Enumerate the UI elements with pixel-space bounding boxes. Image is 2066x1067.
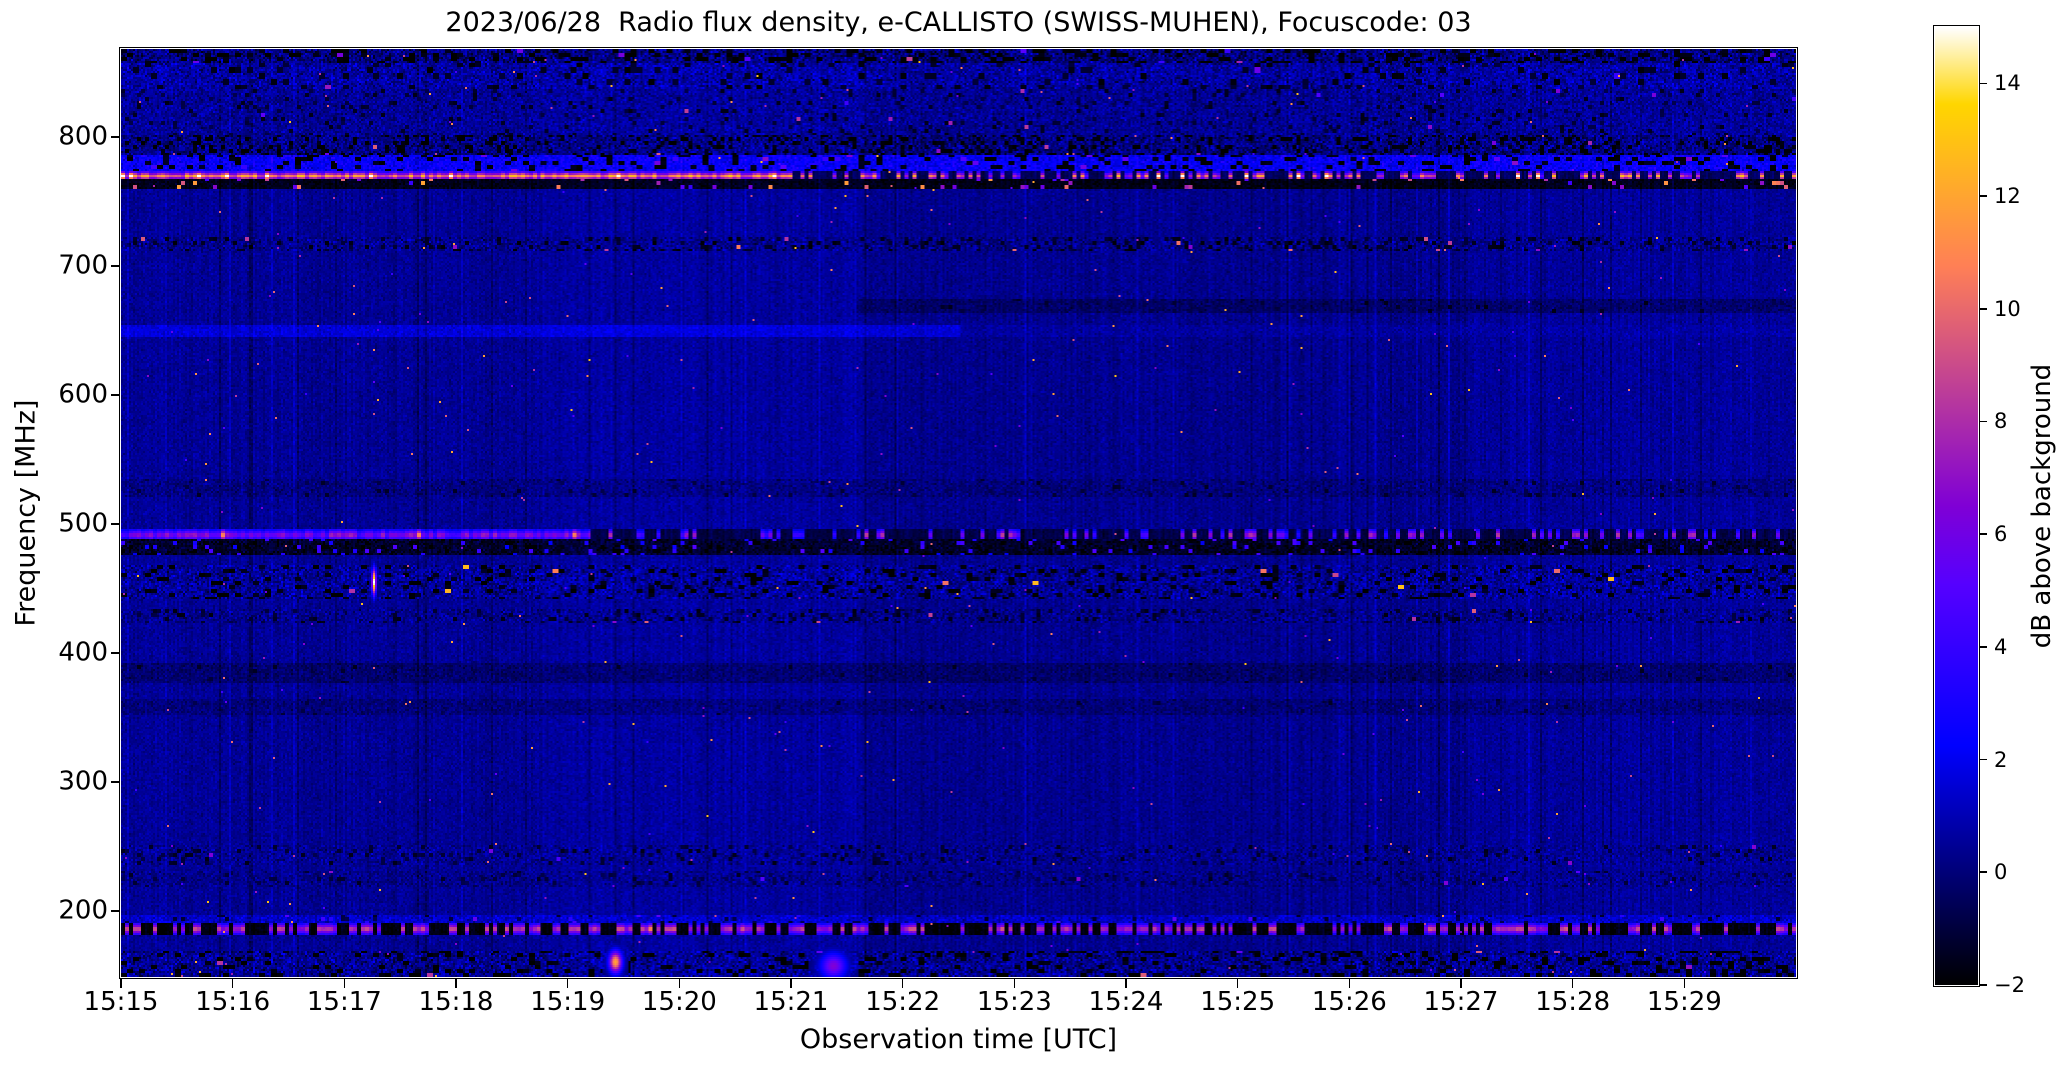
y-tick-mark	[111, 135, 120, 138]
colorbar-tick-mark	[1979, 195, 1987, 197]
y-tick-mark	[111, 265, 120, 267]
colorbar-tick-label: 2	[1994, 747, 2008, 772]
colorbar-tick-mark	[1979, 420, 1987, 423]
y-tick-mark	[111, 910, 120, 912]
colorbar-tick-mark	[1979, 646, 1987, 648]
colorbar-tick-mark	[1979, 758, 1987, 761]
x-tick-label: 15:26	[1311, 987, 1387, 1017]
colorbar-tick-mark	[1979, 82, 1987, 85]
colorbar-tick-label: −2	[1994, 973, 2025, 997]
x-tick-label: 15:29	[1646, 987, 1722, 1017]
colorbar-tick-label: 12	[1994, 184, 2021, 209]
chart-title: 2023/06/28 Radio flux density, e-CALLIST…	[445, 7, 1472, 38]
colorbar-tick-label: 10	[1994, 296, 2021, 321]
colorbar-tick-mark	[1979, 984, 1987, 986]
colorbar-tick-label: 8	[1994, 409, 2008, 434]
y-tick-label: 400	[58, 637, 108, 668]
y-tick-label: 200	[58, 895, 108, 926]
x-tick-label: 15:19	[530, 987, 606, 1017]
x-tick-label: 15:16	[195, 987, 271, 1017]
y-tick-mark	[111, 781, 120, 783]
colorbar-label: dB above background	[2027, 363, 2057, 649]
y-tick-label: 700	[58, 250, 108, 281]
colorbar-tick-label: 6	[1994, 522, 2008, 547]
x-tick-label: 15:27	[1423, 987, 1499, 1017]
y-tick-label: 300	[58, 766, 108, 797]
x-tick-label: 15:20	[641, 987, 717, 1017]
x-tick-label: 15:24	[1088, 987, 1164, 1017]
x-tick-label: 15:25	[1200, 987, 1276, 1017]
y-axis-label: Frequency [MHz]	[10, 399, 42, 627]
colorbar-tick-mark	[1979, 307, 1987, 310]
colorbar-tick-label: 14	[1994, 71, 2021, 96]
x-tick-label: 15:23	[976, 987, 1052, 1017]
x-tick-label: 15:21	[753, 987, 829, 1017]
spectrogram-figure: 2023/06/28 Radio flux density, e-CALLIST…	[0, 0, 2066, 1067]
colorbar-tick-mark	[1979, 533, 1987, 535]
x-tick-label: 15:15	[83, 987, 159, 1017]
y-tick-label: 800	[58, 121, 108, 152]
x-tick-label: 15:18	[418, 987, 494, 1017]
spectrogram-heatmap	[121, 49, 1796, 977]
y-tick-mark	[111, 523, 120, 525]
x-axis-label: Observation time [UTC]	[799, 1024, 1118, 1055]
x-tick-label: 15:28	[1535, 987, 1611, 1017]
colorbar-tick-label: 0	[1994, 860, 2008, 885]
colorbar-tick-label: 4	[1994, 634, 2008, 659]
y-tick-mark	[111, 652, 120, 654]
colorbar-gradient	[1935, 27, 1978, 985]
x-tick-label: 15:17	[306, 987, 382, 1017]
colorbar-tick-mark	[1979, 871, 1987, 874]
x-tick-label: 15:22	[865, 987, 941, 1017]
y-tick-mark	[111, 394, 120, 396]
